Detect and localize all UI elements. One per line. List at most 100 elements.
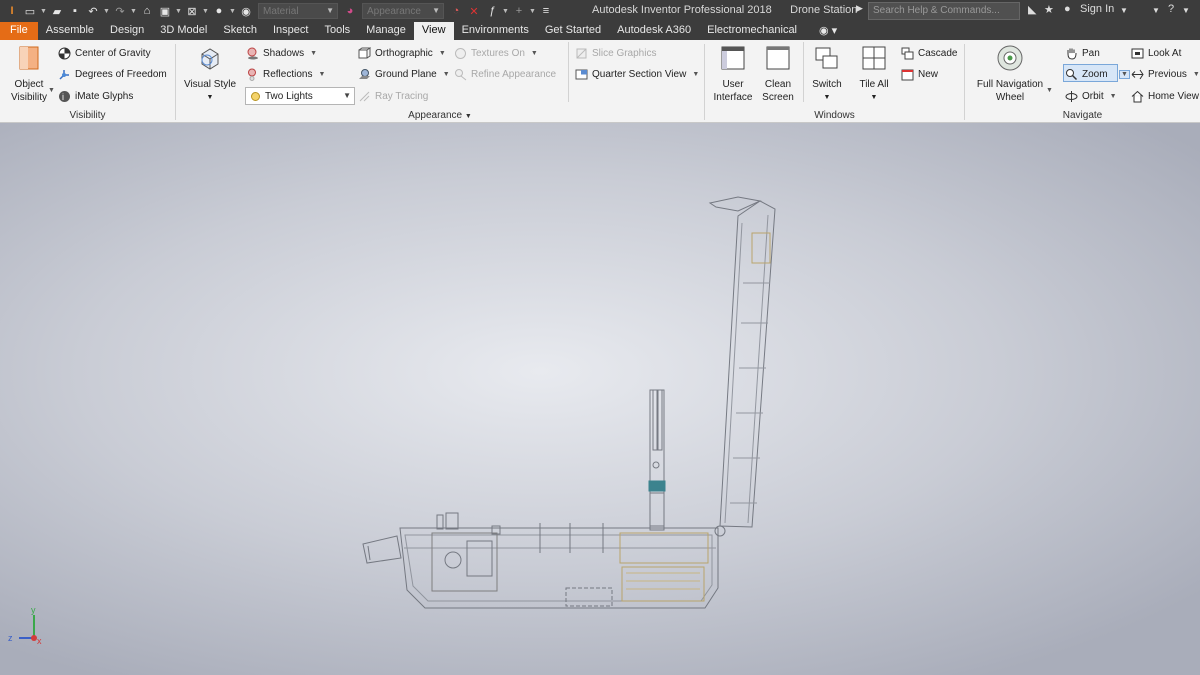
ribbon-minimize-icon[interactable]: ◉ ▾: [805, 22, 845, 40]
tab-view[interactable]: View: [413, 22, 454, 40]
undo-dropdown-icon[interactable]: ▼: [103, 8, 110, 15]
user-icon[interactable]: ●: [1064, 3, 1071, 15]
sign-in-dropdown-icon[interactable]: ▼: [1120, 6, 1128, 15]
customize-qat-icon[interactable]: ≡: [538, 3, 554, 19]
save-icon[interactable]: ▪: [67, 3, 83, 19]
tab-inspect[interactable]: Inspect: [265, 22, 316, 40]
color-dropdown-icon[interactable]: ▼: [229, 8, 236, 15]
plus-icon[interactable]: +: [511, 3, 527, 19]
tab-sketch[interactable]: Sketch: [215, 22, 265, 40]
previous-view-button[interactable]: Previous ▼: [1131, 66, 1200, 82]
parameters-dropdown-icon[interactable]: ▼: [502, 8, 509, 15]
tab-tools[interactable]: Tools: [316, 22, 358, 40]
favorites-star-icon[interactable]: ★: [1044, 3, 1054, 16]
zoom-label: Zoom: [1082, 68, 1108, 80]
tab-design[interactable]: Design: [102, 22, 152, 40]
select-icon[interactable]: ⊠: [184, 3, 200, 19]
orthographic-button[interactable]: Orthographic ▼: [358, 45, 446, 61]
lighting-icon: [251, 91, 260, 101]
zoom-dropdown-icon[interactable]: ▼: [1117, 66, 1130, 82]
plus-dropdown-icon[interactable]: ▼: [529, 8, 536, 15]
new-window-button[interactable]: New: [901, 66, 938, 82]
reflections-button[interactable]: Reflections ▼: [246, 66, 325, 82]
home-view-button[interactable]: Home View: [1131, 88, 1199, 104]
search-input[interactable]: Search Help & Commands...: [868, 2, 1020, 20]
quarter-section-view-button[interactable]: Quarter Section View ▼: [575, 66, 699, 82]
tab-3d-model[interactable]: 3D Model: [152, 22, 215, 40]
adjust-appearance-icon[interactable]: ◔: [448, 3, 464, 19]
refine-appearance-button[interactable]: Refine Appearance: [454, 66, 556, 82]
open-folder-icon[interactable]: ▰: [49, 3, 65, 19]
look-at-label: Look At: [1148, 47, 1182, 59]
material-combo[interactable]: Material ▼: [258, 3, 338, 19]
parameters-icon[interactable]: ƒ: [484, 3, 500, 19]
clean-screen-label-2: Screen: [762, 92, 794, 103]
new-dropdown-icon[interactable]: ▼: [40, 8, 47, 15]
navigation-wheel-dropdown-icon[interactable]: ▼: [1044, 82, 1053, 98]
home-icon[interactable]: ⌂: [139, 3, 155, 19]
redo-icon[interactable]: ↷: [112, 3, 128, 19]
orbit-button[interactable]: Orbit ▼: [1065, 88, 1117, 104]
drone-station-model[interactable]: y z x: [0, 123, 1200, 675]
center-of-gravity-icon: [58, 47, 71, 59]
ray-tracing-button[interactable]: Ray Tracing: [358, 88, 428, 104]
zoom-magnifier-icon: [1066, 68, 1078, 80]
new-document-icon[interactable]: ▭: [22, 3, 38, 19]
material-sphere-icon[interactable]: ◉: [238, 3, 254, 19]
help-icon[interactable]: ?: [1168, 3, 1174, 15]
tab-electromechanical[interactable]: Electromechanical: [699, 22, 805, 40]
look-at-button[interactable]: Look At: [1131, 45, 1181, 61]
zoom-button[interactable]: Zoom: [1065, 66, 1108, 82]
tab-get-started[interactable]: Get Started: [537, 22, 609, 40]
full-navigation-wheel-button[interactable]: Full Navigation Wheel: [973, 44, 1047, 104]
switch-button[interactable]: Switch ▼: [807, 44, 847, 104]
windows-panel: User Interface Clean Screen Switch ▼ Til…: [705, 40, 964, 123]
help-dropdown-icon[interactable]: ▼: [1152, 6, 1160, 15]
tab-autodesk-a360[interactable]: Autodesk A360: [609, 22, 699, 40]
navigate-panel-title: Navigate: [1062, 110, 1103, 121]
color-override-icon[interactable]: ●: [211, 3, 227, 19]
inventor-logo-icon[interactable]: I: [4, 3, 20, 19]
help-more-icon[interactable]: ▼: [1182, 6, 1190, 15]
tab-file[interactable]: File: [0, 22, 38, 40]
visual-style-button[interactable]: Visual Style ▼: [182, 44, 238, 104]
user-interface-button[interactable]: User Interface: [711, 44, 755, 104]
cascade-button[interactable]: Cascade: [901, 45, 957, 61]
center-of-gravity-button[interactable]: Center of Gravity: [58, 45, 151, 61]
clear-appearance-icon[interactable]: ✕: [466, 3, 482, 19]
switch-dropdown-icon: ▼: [823, 94, 831, 101]
degrees-of-freedom-label: Degrees of Freedom: [75, 68, 167, 80]
tab-environments[interactable]: Environments: [454, 22, 537, 40]
clean-screen-button[interactable]: Clean Screen: [757, 44, 799, 104]
communication-center-icon[interactable]: ◣: [1028, 3, 1036, 16]
degrees-of-freedom-button[interactable]: Degrees of Freedom: [58, 66, 167, 82]
reflections-label: Reflections: [263, 68, 313, 80]
image-dropdown-icon[interactable]: ▼: [175, 8, 182, 15]
graphics-canvas[interactable]: y z x: [0, 123, 1200, 675]
object-visibility-dropdown-icon[interactable]: ▼: [46, 82, 55, 98]
search-expand-icon[interactable]: ▶: [856, 3, 863, 14]
appearance-panel-title[interactable]: Appearance ▼: [176, 110, 704, 121]
tile-all-button[interactable]: Tile All ▼: [853, 44, 895, 104]
appearance-combo[interactable]: Appearance ▼: [362, 3, 444, 19]
tile-all-icon: [862, 46, 886, 70]
sign-in-link[interactable]: Sign In: [1080, 3, 1114, 15]
tab-assemble[interactable]: Assemble: [38, 22, 102, 40]
ground-plane-button[interactable]: Ground Plane ▼: [358, 66, 450, 82]
imate-glyphs-button[interactable]: i iMate Glyphs: [58, 88, 133, 104]
lighting-style-combo[interactable]: Two Lights ▼: [245, 87, 355, 105]
textures-on-button[interactable]: Textures On ▼: [454, 45, 538, 61]
redo-dropdown-icon[interactable]: ▼: [130, 8, 137, 15]
slice-graphics-button[interactable]: Slice Graphics: [575, 45, 656, 61]
pan-button[interactable]: Pan: [1065, 45, 1100, 61]
select-dropdown-icon[interactable]: ▼: [202, 8, 209, 15]
chevron-down-icon: ▼: [432, 6, 440, 15]
image-icon[interactable]: ▣: [157, 3, 173, 19]
user-interface-icon: [721, 46, 745, 70]
undo-icon[interactable]: ↶: [85, 3, 101, 19]
appearance-sphere-icon[interactable]: ◕: [342, 3, 358, 19]
tab-manage[interactable]: Manage: [358, 22, 414, 40]
shadows-button[interactable]: Shadows ▼: [246, 45, 317, 61]
navigation-wheel-icon: [997, 45, 1023, 71]
title-bar: I ▭ ▼ ▰ ▪ ↶ ▼ ↷ ▼ ⌂ ▣ ▼ ⊠ ▼ ● ▼ ◉ Materi…: [0, 0, 1200, 22]
